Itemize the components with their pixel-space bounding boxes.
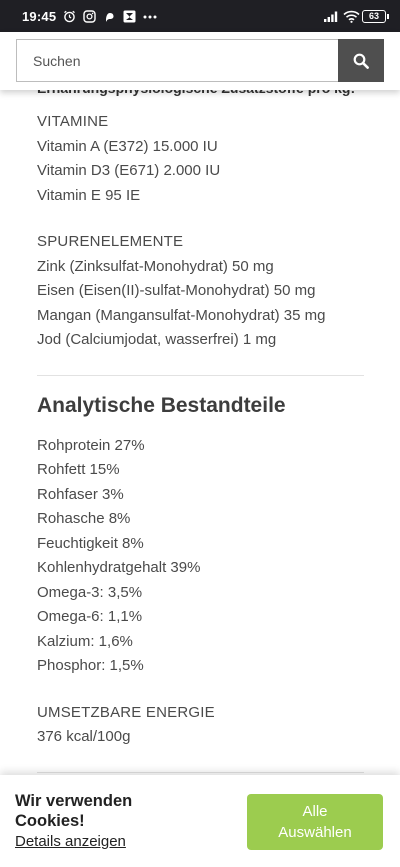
list-item: Vitamin D3 (E671) 2.000 IU: [37, 162, 221, 179]
list-item: Feuchtigkeit 8%: [37, 534, 144, 552]
list-item: Kohlenhydratgehalt 39%: [37, 559, 201, 576]
list-item: Vitamin E 95 IE: [37, 186, 141, 204]
list-item: Eisen (Eisen(II)-sulfat-Monohydrat) 50 m…: [37, 282, 316, 299]
search-header: [0, 32, 400, 90]
cookie-details-link[interactable]: Details anzeigen: [15, 833, 126, 850]
energie-value: 376 kcal/100g: [37, 728, 131, 745]
cookie-title: Wir verwenden Cookies!: [15, 792, 133, 830]
vitamine-heading: VITAMINE: [37, 113, 109, 130]
list-item: Omega-3: 3,5%: [37, 583, 143, 601]
list-item: Vitamin A (E372) 15.000 IU: [37, 137, 218, 155]
app-notification-icon: [103, 10, 116, 23]
accept-button-label-line2: Auswählen: [278, 824, 352, 841]
list-item: Omega-6: 1,1%: [37, 608, 143, 625]
list-item: Phosphor: 1,5%: [37, 657, 144, 674]
section-title: Analytische Bestandteile: [37, 393, 286, 417]
divider: [37, 771, 364, 773]
list-item: Rohfett 15%: [37, 461, 120, 478]
search-icon: [353, 53, 369, 69]
list-item: Rohfaser 3%: [37, 485, 124, 503]
signal-icon: [324, 10, 338, 23]
list-item: Rohprotein 27%: [37, 436, 145, 454]
list-item: Rohasche 8%: [37, 510, 131, 527]
alarm-icon: [63, 10, 76, 23]
search-button[interactable]: [338, 39, 384, 82]
energie-heading: UMSETZBARE ENERGIE: [37, 703, 215, 721]
battery-icon: 63: [362, 9, 389, 23]
status-bar: 19:45 63: [0, 0, 400, 32]
app-notification-icon: [123, 10, 136, 23]
list-item: Kalzium: 1,6%: [37, 632, 133, 650]
spurenelemente-heading: SPURENELEMENTE: [37, 233, 184, 250]
list-item: Jod (Calciumjodat, wasserfrei) 1 mg: [37, 331, 277, 348]
list-item: Mangan (Mangansulfat-Monohydrat) 35 mg: [37, 306, 326, 324]
more-dots-icon: [143, 10, 157, 23]
search-input[interactable]: [16, 39, 338, 82]
product-details: Ernährungsphysiologische Zusatzstoffe pr…: [37, 78, 367, 773]
instagram-icon: [83, 9, 96, 23]
status-time: 19:45: [22, 8, 57, 24]
accept-button-label-line1: Alle: [302, 803, 328, 820]
battery-level: 63: [368, 11, 379, 21]
list-item: Zink (Zinksulfat-Monohydrat) 50 mg: [37, 257, 274, 275]
wifi-icon: [343, 10, 360, 23]
accept-all-cookies-button[interactable]: Alle Auswählen: [247, 794, 383, 850]
